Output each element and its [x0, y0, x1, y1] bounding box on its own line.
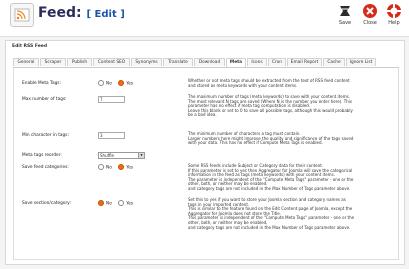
help-line: be a bad idea. [188, 112, 217, 118]
section-label: Edit RSS Feed [12, 44, 48, 49]
save-section-label: Save section/category: [22, 201, 71, 206]
close-button[interactable]: Close [361, 3, 379, 26]
enable-meta-tags-label: Enable Meta Tags: [22, 81, 61, 86]
help-line: and category tags are not included in th… [188, 224, 351, 230]
tab-ignore-list[interactable]: Ignore List [346, 58, 376, 66]
radio-selected-icon [118, 80, 125, 86]
enable-meta-tags-radio: No Yes [98, 80, 138, 87]
help-icon [386, 3, 402, 19]
min-chars-input[interactable]: 3 [98, 132, 125, 139]
help-line: and category tags are not included in th… [188, 185, 351, 191]
save-categories-radio: No Yes [98, 164, 138, 171]
save-section-help: Set this to yes if you want to store you… [188, 197, 388, 230]
max-tags-input[interactable]: 7 [98, 96, 125, 103]
radio-selected-icon [118, 164, 125, 170]
save-icon [337, 3, 353, 19]
enable-meta-tags-help: Whether or not meta tags should be extra… [188, 78, 388, 88]
reorder-select-value: Shuffle [100, 153, 114, 158]
save-categories-help: Some RSS feeds include Subject or Catego… [188, 163, 388, 192]
tab-content-seo[interactable]: Content SEO [93, 58, 130, 66]
save-section-no[interactable]: No [98, 200, 112, 207]
tab-icons[interactable]: Icons [247, 58, 267, 66]
save-categories-label: Save feed categories: [22, 165, 69, 170]
page-title: Feed: [ Edit ] [38, 5, 125, 21]
help-label: Help [388, 20, 400, 26]
tab-publish[interactable]: Publish [67, 58, 92, 66]
save-section-yes[interactable]: Yes [118, 200, 133, 207]
tab-meta[interactable]: Meta [226, 58, 246, 67]
tab-cache[interactable]: Cache [323, 58, 345, 66]
save-section-radio: No Yes [98, 200, 138, 207]
enable-meta-tags-yes[interactable]: Yes [118, 80, 133, 87]
close-icon [362, 3, 378, 19]
help-button[interactable]: Help [385, 3, 403, 26]
save-categories-no[interactable]: No [98, 164, 112, 171]
save-categories-yes[interactable]: Yes [118, 164, 133, 171]
max-tags-help: The maximum number of tags (meta keyword… [188, 94, 388, 118]
tab-bar: General Scraper Publish Content SEO Syno… [13, 58, 399, 68]
tab-translate[interactable]: Translate [163, 58, 193, 66]
help-line: and stored as meta keywords with your co… [188, 82, 298, 88]
enable-meta-tags-no[interactable]: No [98, 80, 112, 87]
edit-panel: Edit RSS Feed General Scraper Publish Co… [5, 40, 405, 265]
chevron-down-icon: ▼ [138, 153, 144, 158]
radio-icon [98, 164, 104, 170]
tab-email-report[interactable]: Email Report [287, 58, 322, 66]
tab-download[interactable]: Download [194, 58, 225, 66]
max-tags-label: Max number of tags: [22, 97, 67, 102]
rss-feed-icon [10, 3, 34, 27]
min-chars-label: Min character in tags: [22, 133, 69, 138]
meta-tab-content: Enable Meta Tags: No Yes Whether or not … [13, 68, 399, 260]
radio-icon [98, 80, 104, 86]
close-label: Close [363, 20, 377, 26]
save-button[interactable]: Save [336, 3, 354, 26]
tab-general[interactable]: General [13, 58, 39, 66]
page-title-text: Feed: [38, 5, 82, 21]
reorder-select[interactable]: Shuffle ▼ [98, 152, 145, 159]
radio-selected-icon [98, 200, 104, 206]
min-chars-help: The minimum number of characters a tag m… [188, 131, 388, 146]
tab-synonyms[interactable]: Synonyms [131, 58, 162, 66]
help-line: with your data. This has no effect if Co… [188, 140, 323, 146]
tab-cron[interactable]: Cron [268, 58, 286, 66]
reorder-label: Meta tags reorder: [22, 153, 62, 158]
save-label: Save [338, 20, 352, 26]
page-subtitle: [ Edit ] [86, 9, 125, 20]
tab-scraper[interactable]: Scraper [40, 58, 66, 66]
header-bar: Feed: [ Edit ] Save Close Help [0, 0, 409, 37]
radio-icon [118, 200, 125, 206]
